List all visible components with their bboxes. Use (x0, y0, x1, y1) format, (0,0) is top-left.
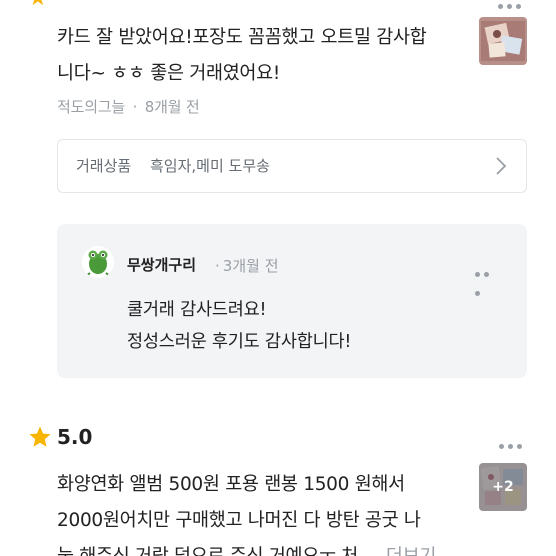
review-text: 화양연화 앨범 500원 포용 랜봉 1500 원해서 2000원어치만 구매했… (57, 467, 436, 556)
review-text-line: 니다~ ㅎㅎ 좋은 거래였어요! (57, 63, 280, 84)
reply-time: · 3개월 전 (215, 255, 279, 276)
review-text-line: 눔 해주신 거랑 덤으로 주신 거예요ㅜ 처 ... (57, 546, 381, 556)
review-meta: 적도의그늘 · 8개월 전 (57, 96, 200, 117)
review-time: 8개월 전 (144, 98, 200, 116)
reply-text: 쿨거래 감사드려요! 정성스러운 후기도 감사합니다! (127, 294, 351, 358)
read-more-link[interactable]: 더보기 (386, 546, 436, 556)
review-text-line-last: 눔 해주신 거랑 덤으로 주신 거예요ㅜ 처 ... 더보기 (57, 539, 436, 556)
review-photo-thumbnail[interactable] (479, 17, 527, 65)
traded-product-card[interactable]: 거래상품 흑임자,메미 도무송 (57, 139, 527, 193)
product-label: 거래상품 (76, 157, 132, 175)
reply-author-name[interactable]: 무쌍개구리 (127, 254, 196, 275)
chevron-right-icon (496, 157, 507, 175)
meta-separator: · (215, 257, 220, 275)
avatar[interactable] (82, 246, 114, 278)
reply-text-line: 정성스러운 후기도 감사합니다! (127, 332, 352, 352)
star-icon (29, 426, 51, 447)
reply-text-line: 쿨거래 감사드려요! (127, 300, 267, 320)
review-text-line: 화양연화 앨범 500원 포용 랜봉 1500 원해서 (57, 474, 405, 495)
product-name: 흑임자,메미 도무송 (150, 157, 270, 175)
reply-time-text: 3개월 전 (222, 257, 279, 275)
review-text-line: 카드 잘 받았어요!포장도 꼼꼼했고 오트밀 감사합 (57, 27, 427, 48)
review-text-line: 2000원어치만 구매했고 나머진 다 방탄 공굿 나 (57, 510, 421, 531)
meta-separator: · (132, 98, 138, 116)
seller-reply: 무쌍개구리 · 3개월 전 쿨거래 감사드려요! 정성스러운 후기도 감사합니다! (57, 224, 527, 378)
rating-value: 5.0 (57, 425, 93, 449)
review-photo-thumbnail[interactable]: +2 (479, 463, 527, 511)
more-dots-icon[interactable] (498, 0, 528, 9)
star-icon: ★ (28, 0, 50, 10)
reviewer-name[interactable]: 적도의그늘 (57, 98, 125, 116)
extra-photos-count: +2 (479, 463, 527, 511)
more-dots-icon[interactable] (475, 262, 501, 296)
more-dots-icon[interactable] (499, 434, 526, 453)
review-text: 카드 잘 받았어요!포장도 꼼꼼했고 오트밀 감사합 니다~ ㅎㅎ 좋은 거래였… (57, 20, 427, 92)
